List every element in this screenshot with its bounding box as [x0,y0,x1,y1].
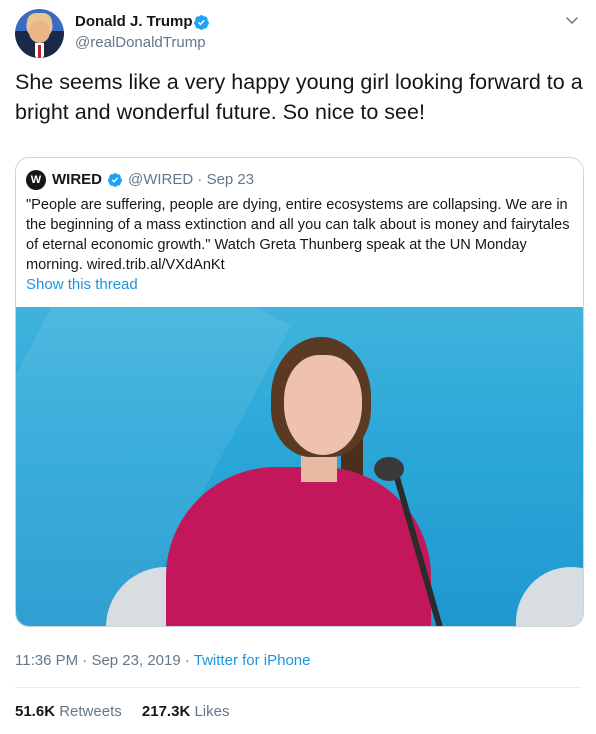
quoted-tweet-card[interactable]: W WIRED @WIRED · Sep 23 "People are suff… [15,157,584,627]
tweet-metadata: 11:36 PM · Sep 23, 2019 · Twitter for iP… [15,651,310,671]
quoted-meta: @WIRED · Sep 23 [128,170,254,190]
tweet: Donald J. Trump @realDonaldTrump She see… [0,0,596,734]
author-display-name[interactable]: Donald J. Trump [75,12,193,32]
tweet-text: She seems like a very happy young girl l… [15,70,583,124]
meta-separator: · [82,652,88,669]
likes-stat[interactable]: 217.3K Likes [142,703,230,720]
media-speaker-face [284,355,362,455]
avatar-face [29,21,50,43]
media-microphone-head [374,457,404,481]
quoted-date[interactable]: Sep 23 [207,171,255,188]
verified-badge-icon [108,173,122,187]
likes-label: Likes [194,703,230,720]
verified-badge-icon [194,15,209,30]
quoted-handle[interactable]: @WIRED [128,171,193,188]
author-handle[interactable]: @realDonaldTrump [75,33,206,53]
quoted-media-image[interactable] [16,307,583,626]
avatar-tie [38,45,41,58]
chevron-down-icon[interactable] [564,12,580,28]
tweet-source-link[interactable]: Twitter for iPhone [194,652,311,669]
quoted-tweet-text: "People are suffering, people are dying,… [26,197,570,273]
wired-logo-avatar[interactable]: W [26,170,46,190]
tweet-date[interactable]: Sep 23, 2019 [91,652,180,669]
media-speaker-body [166,467,431,626]
tweet-time[interactable]: 11:36 PM [15,652,78,669]
stats-divider [15,687,581,688]
retweets-stat[interactable]: 51.6K Retweets [15,703,126,720]
retweets-label: Retweets [59,703,122,720]
quoted-separator: · [197,171,203,188]
meta-separator: · [184,652,190,669]
show-thread-link[interactable]: Show this thread [26,275,138,295]
engagement-stats: 51.6K Retweets 217.3K Likes [15,702,245,722]
likes-count: 217.3K [141,703,191,720]
media-chair-right [516,567,583,626]
quoted-display-name[interactable]: WIRED [52,170,102,190]
author-avatar[interactable] [15,9,64,58]
retweets-count: 51.6K [15,703,56,720]
